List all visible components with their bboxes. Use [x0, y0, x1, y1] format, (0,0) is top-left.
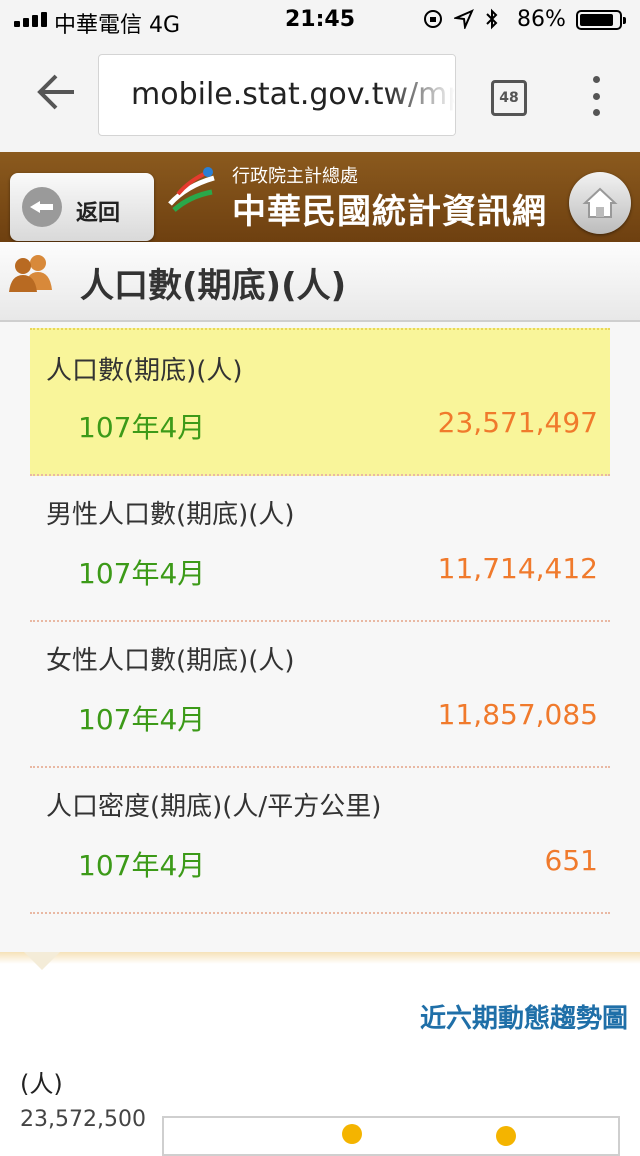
battery-percent: 86%	[517, 7, 566, 32]
address-bar[interactable]: mobile.stat.gov.tw/mp	[98, 54, 456, 136]
location-icon	[454, 9, 474, 29]
item-period: 107年4月	[78, 703, 206, 736]
home-icon	[582, 187, 618, 218]
list-item[interactable]: 人口數(期底)(人) 107年4月 23,571,497	[30, 328, 610, 476]
site-title: 中華民國統計資訊網	[232, 192, 547, 232]
overflow-menu-icon[interactable]	[588, 76, 604, 116]
item-value: 23,571,497	[437, 406, 598, 439]
back-button[interactable]: 返回	[10, 173, 154, 241]
section-divider	[0, 952, 640, 964]
tab-count-button[interactable]: 48	[491, 80, 527, 116]
page-title: 人口數(期底)(人)	[80, 266, 347, 306]
list-item[interactable]: 女性人口數(期底)(人) 107年4月 11,857,085	[30, 622, 610, 768]
home-button[interactable]	[569, 172, 631, 234]
chart-point	[342, 1124, 362, 1144]
y-axis-tick-label: 23,572,500	[20, 1107, 146, 1132]
item-period: 107年4月	[78, 411, 206, 444]
trend-chart-frame	[162, 1116, 620, 1156]
back-arrow-icon[interactable]	[34, 70, 78, 114]
battery-icon	[576, 10, 626, 30]
chart-point	[496, 1126, 516, 1146]
bluetooth-icon	[486, 8, 498, 30]
back-button-label: 返回	[76, 201, 121, 226]
divider-notch	[24, 952, 60, 970]
item-label: 男性人口數(期底)(人)	[46, 500, 295, 530]
back-arrow-icon	[22, 187, 62, 227]
item-period: 107年4月	[78, 849, 206, 882]
status-bar: 中華電信 4G 21:45 86%	[0, 0, 640, 40]
list-item[interactable]: 人口密度(期底)(人/平方公里) 107年4月 651	[30, 768, 610, 914]
item-label: 人口密度(期底)(人/平方公里)	[46, 792, 382, 822]
chart-unit-label: (人)	[20, 1070, 63, 1098]
dgbas-logo-icon	[168, 167, 215, 212]
item-value: 11,714,412	[437, 552, 598, 585]
rotation-lock-icon	[424, 10, 442, 28]
list-item[interactable]: 男性人口數(期底)(人) 107年4月 11,714,412	[30, 476, 610, 622]
browser-toolbar: mobile.stat.gov.tw/mp 48	[0, 40, 640, 152]
trend-chart-link[interactable]: 近六期動態趨勢圖	[420, 998, 628, 1035]
item-period: 107年4月	[78, 557, 206, 590]
people-icon	[9, 255, 52, 292]
item-value: 651	[544, 844, 598, 877]
item-label: 人口數(期底)(人)	[46, 356, 243, 386]
item-value: 11,857,085	[437, 698, 598, 731]
item-label: 女性人口數(期底)(人)	[46, 646, 295, 676]
